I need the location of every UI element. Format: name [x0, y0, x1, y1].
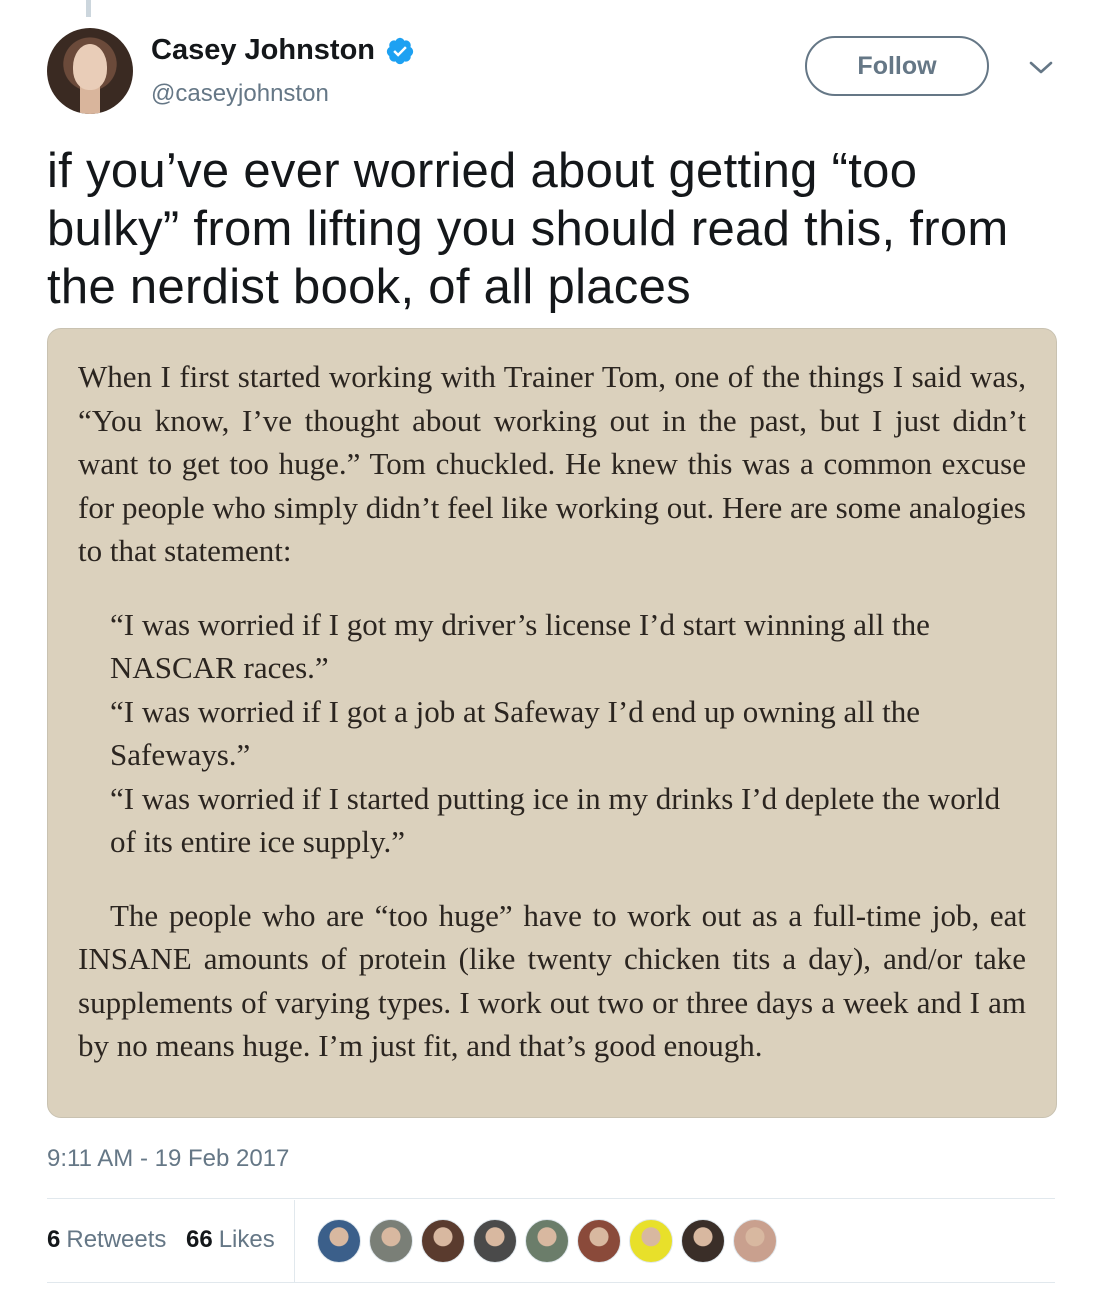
author-handle[interactable]: @caseyjohnston: [151, 80, 329, 108]
tweet-text: if you’ve ever worried about getting “to…: [47, 144, 1009, 314]
stats-top-divider: [47, 1198, 1055, 1199]
tweet-timestamp[interactable]: 9:11 AM - 19 Feb 2017: [47, 1145, 289, 1173]
verified-badge-icon: [386, 37, 414, 64]
avatar-neck: [80, 86, 100, 114]
liker-avatar-9[interactable]: [733, 1219, 777, 1263]
liker-avatars: [317, 1219, 785, 1263]
tweet-media-image[interactable]: When I first started working with Traine…: [47, 328, 1057, 1118]
book-excerpt: When I first started working with Traine…: [78, 355, 1026, 1068]
liker-avatar-6[interactable]: [577, 1219, 621, 1263]
retweets-label: Retweets: [66, 1226, 167, 1253]
author-name-row: Casey Johnston: [151, 34, 415, 67]
tweet-stats: 6 Retweets 66 Likes: [47, 1200, 1055, 1284]
book-paragraph-2: The people who are “too huge” have to wo…: [78, 897, 1026, 1064]
avatar-face: [73, 44, 107, 90]
retweets-stat[interactable]: 6 Retweets: [47, 1226, 166, 1254]
liker-avatar-3[interactable]: [421, 1219, 465, 1263]
thread-connector-line: [86, 0, 91, 17]
liker-avatar-5[interactable]: [525, 1219, 569, 1263]
likes-count: 66: [186, 1226, 213, 1253]
tweet-header: Casey Johnston @caseyjohnston Follow: [47, 28, 1057, 118]
liker-avatar-4[interactable]: [473, 1219, 517, 1263]
retweets-count: 6: [47, 1226, 61, 1253]
analogy-quote: “I was worried if I started putting ice …: [110, 780, 1001, 860]
follow-button[interactable]: Follow: [805, 36, 989, 96]
liker-avatar-2[interactable]: [369, 1219, 413, 1263]
likes-stat[interactable]: 66 Likes: [186, 1226, 275, 1254]
liker-avatar-8[interactable]: [681, 1219, 725, 1263]
likes-label: Likes: [218, 1226, 275, 1253]
analogy-quote: “I was worried if I got my driver’s lice…: [110, 606, 930, 686]
stats-separator: [294, 1200, 295, 1283]
analogy-quote: “I was worried if I got a job at Safeway…: [110, 693, 921, 773]
chevron-down-icon[interactable]: [1027, 58, 1055, 78]
analogy-quotes: “I was worried if I got my driver’s lice…: [78, 603, 1026, 864]
book-paragraph-1: When I first started working with Traine…: [78, 359, 1026, 568]
author-avatar[interactable]: [47, 28, 133, 114]
liker-avatar-7[interactable]: [629, 1219, 673, 1263]
stats-bottom-divider: [47, 1282, 1055, 1283]
author-name[interactable]: Casey Johnston: [151, 34, 375, 67]
liker-avatar-1[interactable]: [317, 1219, 361, 1263]
